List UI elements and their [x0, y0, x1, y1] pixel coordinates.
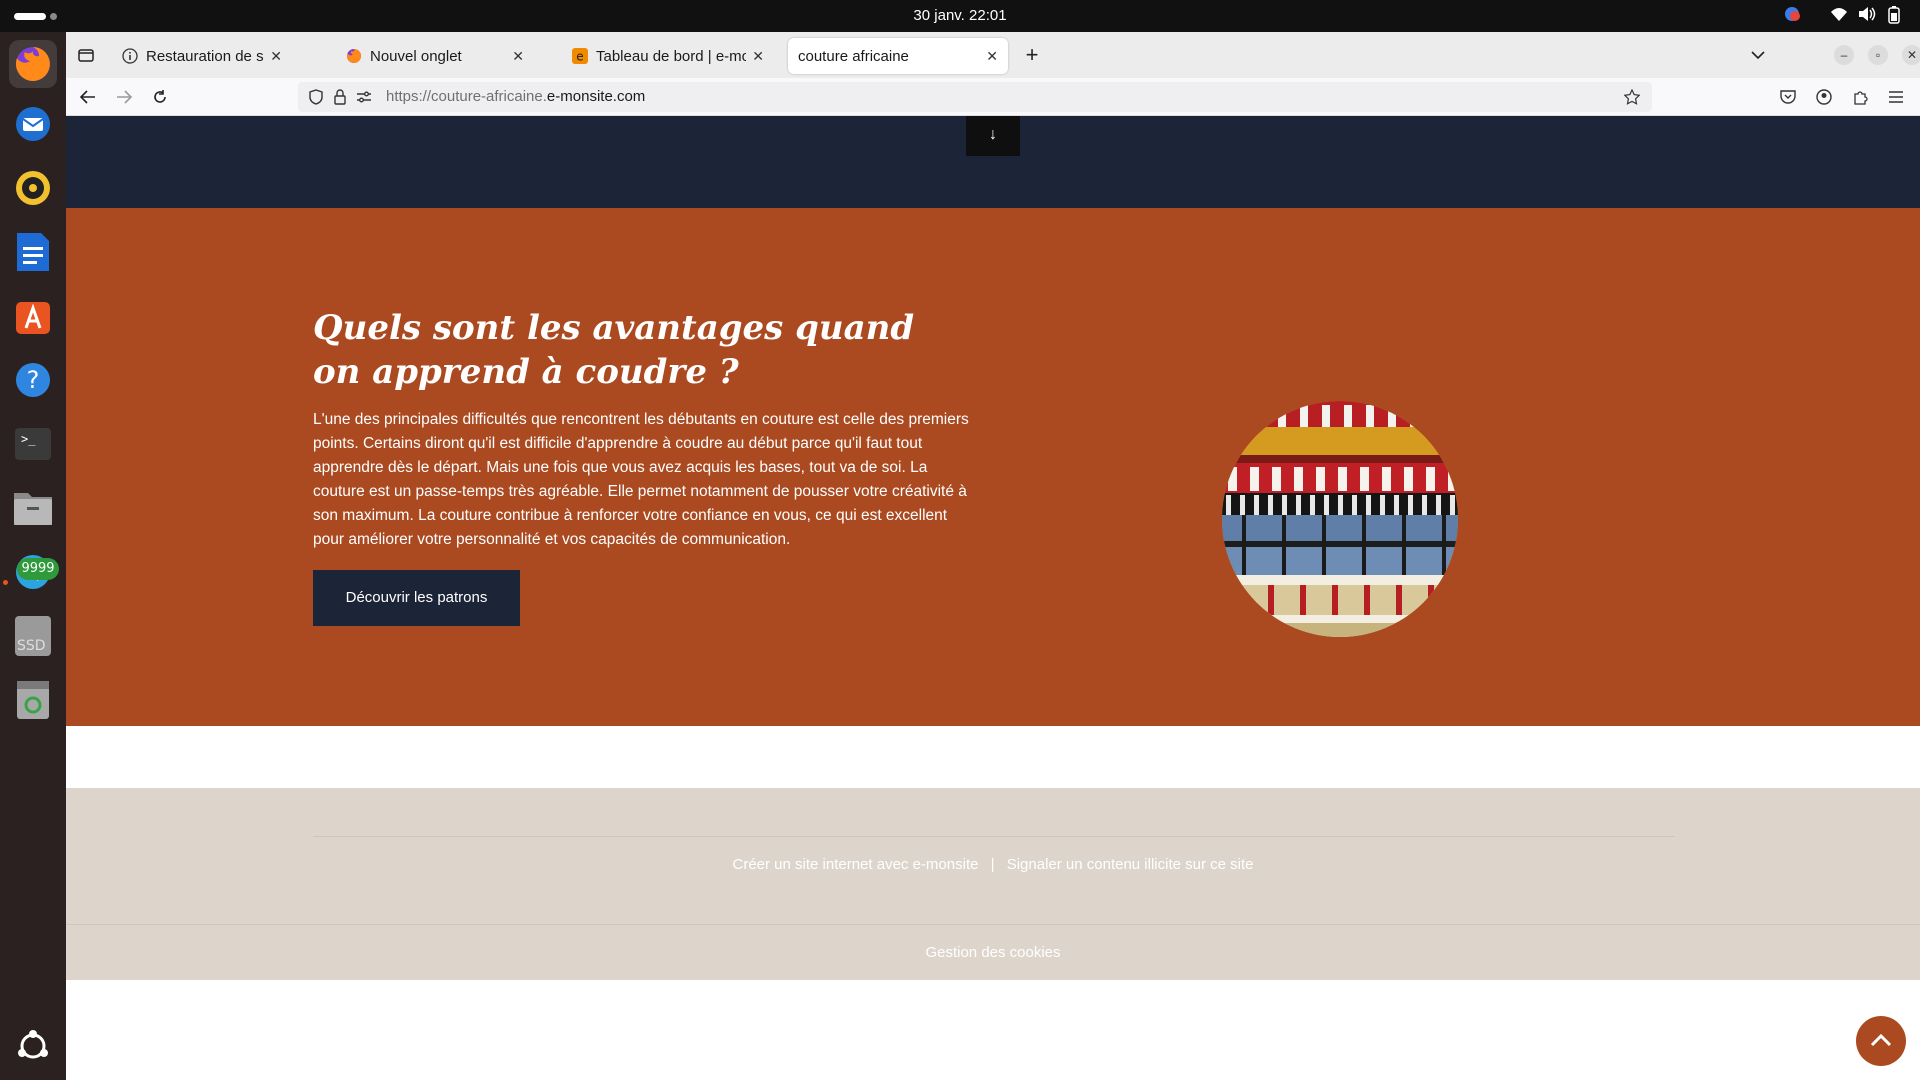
tab-title: Nouvel onglet: [370, 47, 462, 65]
firefox-dock-icon[interactable]: [9, 40, 57, 88]
terminal-dock-icon[interactable]: >_: [9, 420, 57, 468]
hamburger-menu-icon[interactable]: [1884, 85, 1908, 109]
tab-session-restore[interactable]: Restauration de session ✕: [112, 38, 292, 74]
svg-text:?: ?: [27, 366, 40, 394]
system-top-bar: 30 janv. 22:01: [0, 0, 1920, 32]
help-dock-icon[interactable]: ?: [9, 356, 57, 404]
section-heading: Quels sont les avantages quand on appren…: [313, 308, 915, 392]
account-icon[interactable]: [1812, 85, 1836, 109]
trash-dock-icon[interactable]: [9, 676, 57, 724]
benefits-section: Quels sont les avantages quand on appren…: [66, 208, 1920, 726]
e-monsite-icon: e: [572, 48, 588, 64]
browser-tab-bar: Restauration de session ✕ Nouvel onglet …: [66, 32, 1920, 78]
info-icon: [122, 48, 138, 64]
african-fabric-image: [1222, 401, 1458, 637]
battery-icon[interactable]: [1888, 6, 1900, 27]
svg-text:e: e: [576, 50, 583, 64]
writer-dock-icon[interactable]: [9, 228, 57, 276]
url-prefix: https://couture-africaine.: [386, 88, 547, 105]
volume-icon[interactable]: [1858, 6, 1876, 25]
color-picker-icon[interactable]: [1784, 6, 1800, 25]
rhythmbox-dock-icon[interactable]: [9, 164, 57, 212]
ssd-drive-dock-icon[interactable]: SSD: [9, 612, 57, 660]
browser-nav-bar: https://couture-africaine.e-monsite.com: [66, 78, 1920, 116]
svg-text:>_: >_: [21, 432, 36, 446]
bookmark-star-icon[interactable]: [1620, 85, 1644, 109]
clock[interactable]: 30 janv. 22:01: [0, 7, 1920, 24]
discover-patterns-button[interactable]: Découvrir les patrons: [313, 570, 520, 626]
site-footer: Créer un site internet avec e-monsite | …: [66, 788, 1920, 980]
address-bar[interactable]: https://couture-africaine.e-monsite.com: [298, 82, 1652, 112]
scroll-to-top-button[interactable]: [1856, 1016, 1906, 1066]
close-tab-icon[interactable]: ✕: [752, 48, 764, 65]
tab-title: couture africaine: [798, 47, 909, 65]
tab-dashboard[interactable]: e Tableau de bord | e-monsite ✕: [562, 38, 774, 74]
cookie-settings-link[interactable]: Gestion des cookies: [66, 944, 1920, 961]
firefox-icon: [346, 48, 362, 64]
chevron-down-icon[interactable]: [1746, 43, 1770, 67]
extensions-icon[interactable]: [1848, 85, 1872, 109]
telegram-unread-badge: 9999: [17, 558, 59, 580]
dock: ? >_ 9999 SSD: [0, 32, 66, 1080]
reload-icon[interactable]: [148, 85, 172, 109]
web-page: ↓ Quels sont les avantages quand on appr…: [66, 116, 1920, 1080]
forward-icon[interactable]: [112, 85, 136, 109]
restore-icon[interactable]: ▫: [1868, 45, 1888, 65]
wifi-icon[interactable]: [1830, 6, 1848, 25]
close-window-icon[interactable]: ✕: [1902, 45, 1920, 65]
back-icon[interactable]: [76, 85, 100, 109]
close-tab-icon[interactable]: ✕: [512, 48, 524, 65]
url-host: e-monsite.com: [546, 88, 646, 105]
url-text[interactable]: https://couture-africaine.e-monsite.com: [386, 88, 645, 105]
tab-new[interactable]: Nouvel onglet ✕: [336, 38, 534, 74]
pocket-icon[interactable]: [1776, 85, 1800, 109]
chevron-up-icon: [1870, 1033, 1892, 1047]
telegram-running-indicator: [3, 580, 8, 585]
section-paragraph: L'une des principales difficultés que re…: [313, 411, 969, 548]
scroll-down-button[interactable]: ↓: [966, 116, 1020, 156]
white-spacer: [66, 726, 1920, 788]
app-center-dock-icon[interactable]: [9, 292, 57, 340]
thunderbird-dock-icon[interactable]: [9, 100, 57, 148]
tab-title: Restauration de session: [146, 47, 264, 65]
footer-separator: |: [990, 856, 995, 873]
close-tab-icon[interactable]: ✕: [986, 48, 998, 65]
lock-icon[interactable]: [328, 85, 352, 109]
site-permissions-icon[interactable]: [352, 85, 376, 109]
footer-divider: [313, 836, 1675, 837]
close-tab-icon[interactable]: ✕: [270, 48, 282, 65]
footer-divider-2: [66, 924, 1920, 925]
tracking-protection-icon[interactable]: [304, 85, 328, 109]
minimize-icon[interactable]: –: [1834, 45, 1854, 65]
report-content-link[interactable]: Signaler un contenu illicite sur ce site: [1007, 856, 1254, 873]
tab-overview-icon[interactable]: [74, 43, 98, 67]
ssd-label: SSD: [17, 638, 46, 654]
tab-title: Tableau de bord | e-monsite: [596, 47, 747, 65]
create-site-link[interactable]: Créer un site internet avec e-monsite: [733, 856, 979, 873]
show-apps-icon[interactable]: [9, 1022, 57, 1070]
new-tab-icon[interactable]: +: [1020, 42, 1044, 67]
footer-links: Créer un site internet avec e-monsite | …: [66, 856, 1920, 873]
tab-couture-africaine[interactable]: couture africaine ✕: [788, 38, 1008, 74]
files-dock-icon[interactable]: [9, 484, 57, 532]
